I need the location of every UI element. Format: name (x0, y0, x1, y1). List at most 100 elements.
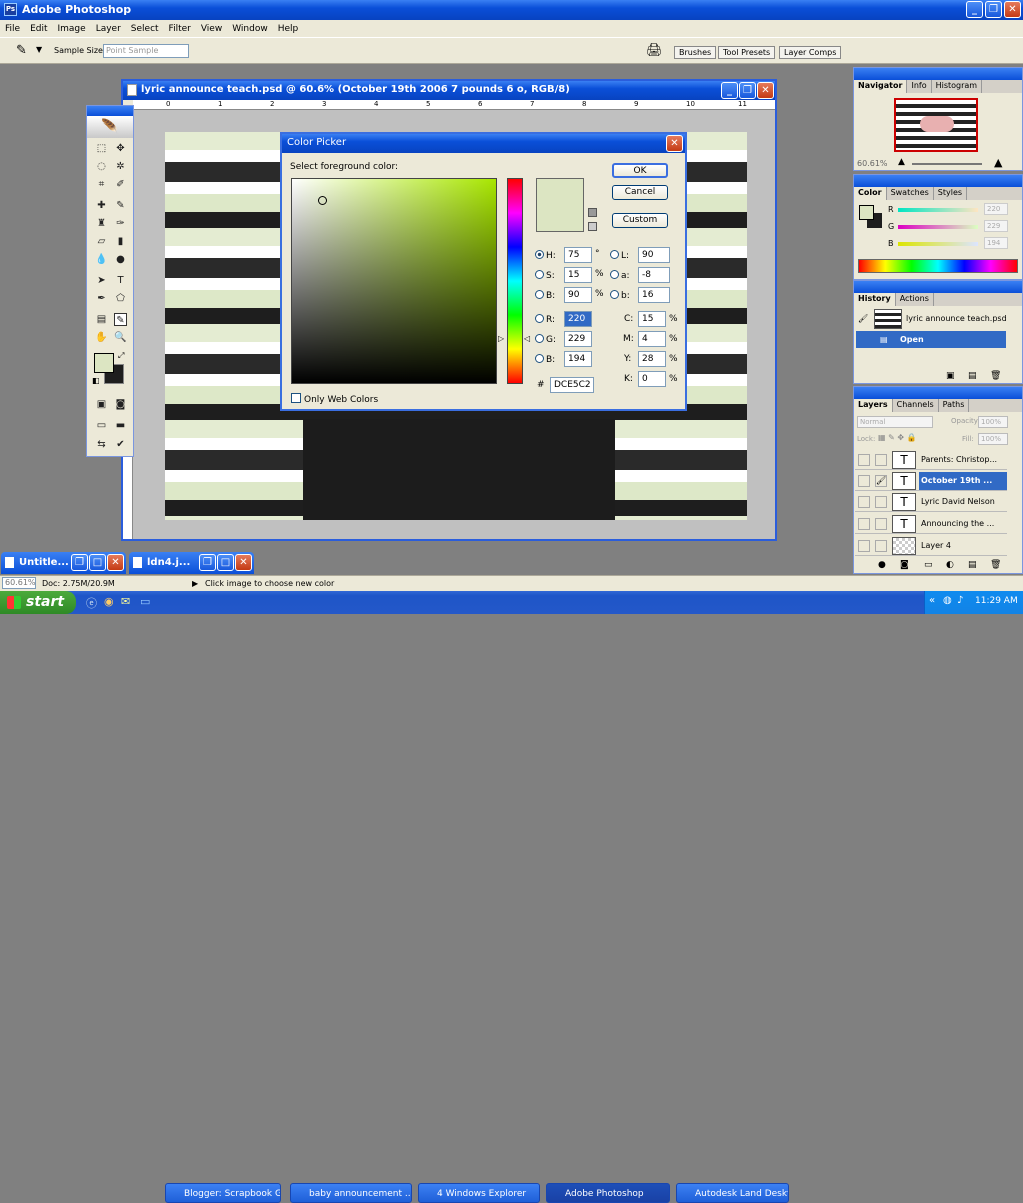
slider-g-value[interactable]: 229 (984, 220, 1008, 232)
tray-collapse-icon[interactable]: « (929, 595, 935, 606)
document-maximize-button[interactable]: ❐ (739, 82, 756, 99)
eyedropper-tool-icon[interactable]: ✎ (114, 313, 127, 326)
m-field[interactable]: 4 (638, 331, 666, 347)
visibility-toggle[interactable] (858, 454, 870, 466)
r-field[interactable]: 220 (564, 311, 592, 327)
blend-mode-select[interactable]: Normal (857, 416, 933, 428)
tab-channels[interactable]: Channels (893, 399, 939, 412)
c-field[interactable]: 15 (638, 311, 666, 327)
zoom-tool-icon[interactable]: 🔍 (114, 331, 127, 344)
hex-field[interactable]: DCE5C2 (550, 377, 594, 393)
slider-r-track[interactable] (898, 208, 978, 212)
adjustment-layer-icon[interactable]: ◐ (946, 560, 954, 570)
layer-mask-icon[interactable]: ◙ (900, 560, 909, 570)
rgb-b-field[interactable]: 194 (564, 351, 592, 367)
saturation-brightness-field[interactable] (291, 178, 497, 384)
g-field[interactable]: 229 (564, 331, 592, 347)
web-colors-checkbox[interactable]: Only Web Colors (291, 393, 378, 405)
y-field[interactable]: 28 (638, 351, 666, 367)
foreground-color-swatch[interactable] (94, 353, 114, 373)
sample-size-select[interactable]: Point Sample (103, 44, 189, 58)
cancel-button[interactable]: Cancel (612, 185, 668, 200)
adobe-online-icon[interactable]: 🪶 (87, 116, 133, 138)
status-zoom[interactable]: 60.61% (2, 577, 36, 589)
shape-tool-icon[interactable]: ⬠ (114, 292, 127, 305)
new-snapshot-icon[interactable]: ▤ (968, 371, 977, 381)
lasso-tool-icon[interactable]: ◌ (95, 160, 108, 173)
start-button[interactable]: start (0, 591, 76, 614)
layer-style-icon[interactable]: ● (878, 560, 886, 570)
layer-row[interactable]: Layer 4 (855, 536, 1007, 556)
lab-b-field[interactable]: 16 (638, 287, 670, 303)
dodge-tool-icon[interactable]: ● (114, 253, 127, 266)
crop-tool-icon[interactable]: ⌗ (95, 178, 108, 191)
tab-color[interactable]: Color (854, 187, 887, 200)
new-document-from-state-icon[interactable]: ▣ (946, 371, 955, 381)
s-radio[interactable]: S: (535, 270, 555, 281)
jump-to-imageready-icon[interactable]: ⇆ (95, 438, 108, 451)
app-close-button[interactable]: ✕ (1004, 1, 1021, 18)
taskbar-item-autodesk[interactable]: Autodesk Land Deskt... (676, 1183, 789, 1203)
panel-foreground-swatch[interactable] (859, 205, 874, 220)
quick-mask-mode-icon[interactable]: ◙ (114, 398, 127, 411)
document-close-button[interactable]: ✕ (757, 82, 774, 99)
h-field[interactable]: 75 (564, 247, 592, 263)
k-field[interactable]: 0 (638, 371, 666, 387)
type-tool-icon[interactable]: T (114, 274, 127, 287)
standard-mode-icon[interactable]: ▣ (95, 398, 108, 411)
a-radio[interactable]: a: (610, 270, 630, 281)
notes-tool-icon[interactable]: ▤ (95, 313, 108, 326)
snapshot-brush-icon[interactable]: 🖌 (858, 308, 868, 330)
file-browser-icon[interactable]: 🖨 (646, 43, 663, 58)
layer-set-icon[interactable]: ▭ (924, 560, 933, 570)
link-toggle[interactable] (875, 540, 887, 552)
hue-slider-right-arrow-icon[interactable]: ◁ (524, 334, 530, 343)
color-field-cursor[interactable] (318, 196, 327, 205)
slider-r-value[interactable]: 220 (984, 203, 1008, 215)
fill-field[interactable]: 100% (978, 433, 1008, 445)
tab-info[interactable]: Info (907, 80, 932, 93)
well-tab-brushes[interactable]: Brushes (674, 46, 717, 59)
minimized-doc-untitled[interactable]: Untitle... ❐ □ ✕ (1, 552, 126, 574)
slider-b-track[interactable] (898, 242, 978, 246)
navigator-thumbnail[interactable] (894, 98, 978, 152)
visibility-toggle[interactable] (858, 540, 870, 552)
menu-image[interactable]: Image (53, 24, 91, 34)
layer-row-selected[interactable]: 🖌 T October 19th ... (855, 471, 1007, 491)
well-tab-tool-presets[interactable]: Tool Presets (718, 46, 776, 59)
visibility-toggle[interactable] (858, 496, 870, 508)
tool-preset-dropdown-icon[interactable]: ▼ (36, 45, 42, 54)
brush-tool-icon[interactable]: ✎ (114, 199, 127, 212)
layer-row[interactable]: T Parents: Christop... (855, 450, 1007, 470)
restore-icon[interactable]: ❐ (71, 554, 88, 571)
navigator-zoom-slider[interactable] (912, 163, 982, 165)
hue-slider[interactable] (507, 178, 523, 384)
navigator-zoom[interactable]: 60.61% (857, 159, 888, 168)
gradient-tool-icon[interactable]: ▮ (114, 235, 127, 248)
color-picker-close-button[interactable]: ✕ (666, 135, 683, 152)
rgb-b-radio[interactable]: B: (535, 354, 555, 365)
link-toggle[interactable] (875, 496, 887, 508)
opacity-field[interactable]: 100% (978, 416, 1008, 428)
visibility-toggle[interactable] (858, 518, 870, 530)
tab-layers[interactable]: Layers (854, 399, 893, 412)
taskbar-item-photoshop[interactable]: Adobe Photoshop (546, 1183, 670, 1203)
restore-icon[interactable]: ❐ (199, 554, 216, 571)
hand-tool-icon[interactable]: ✋ (95, 331, 108, 344)
out-of-gamut-cube-icon[interactable] (588, 208, 597, 217)
minimized-doc-ldn4[interactable]: ldn4.j... ❐ □ ✕ (129, 552, 254, 574)
menu-layer[interactable]: Layer (91, 24, 126, 34)
l-radio[interactable]: L: (610, 250, 629, 261)
lab-b-radio[interactable]: b: (610, 290, 630, 301)
hue-slider-left-arrow-icon[interactable]: ▷ (498, 334, 504, 343)
healing-brush-tool-icon[interactable]: ✚ (95, 199, 108, 212)
document-minimize-button[interactable]: _ (721, 82, 738, 99)
app-minimize-button[interactable]: _ (966, 1, 983, 18)
zoom-in-icon[interactable]: ▲ (994, 156, 1002, 169)
menu-select[interactable]: Select (126, 24, 164, 34)
slice-tool-icon[interactable]: ✐ (114, 178, 127, 191)
menu-file[interactable]: File (0, 24, 25, 34)
menu-view[interactable]: View (196, 24, 227, 34)
s-field[interactable]: 15 (564, 267, 592, 283)
marquee-tool-icon[interactable]: ⬚ (95, 142, 108, 155)
